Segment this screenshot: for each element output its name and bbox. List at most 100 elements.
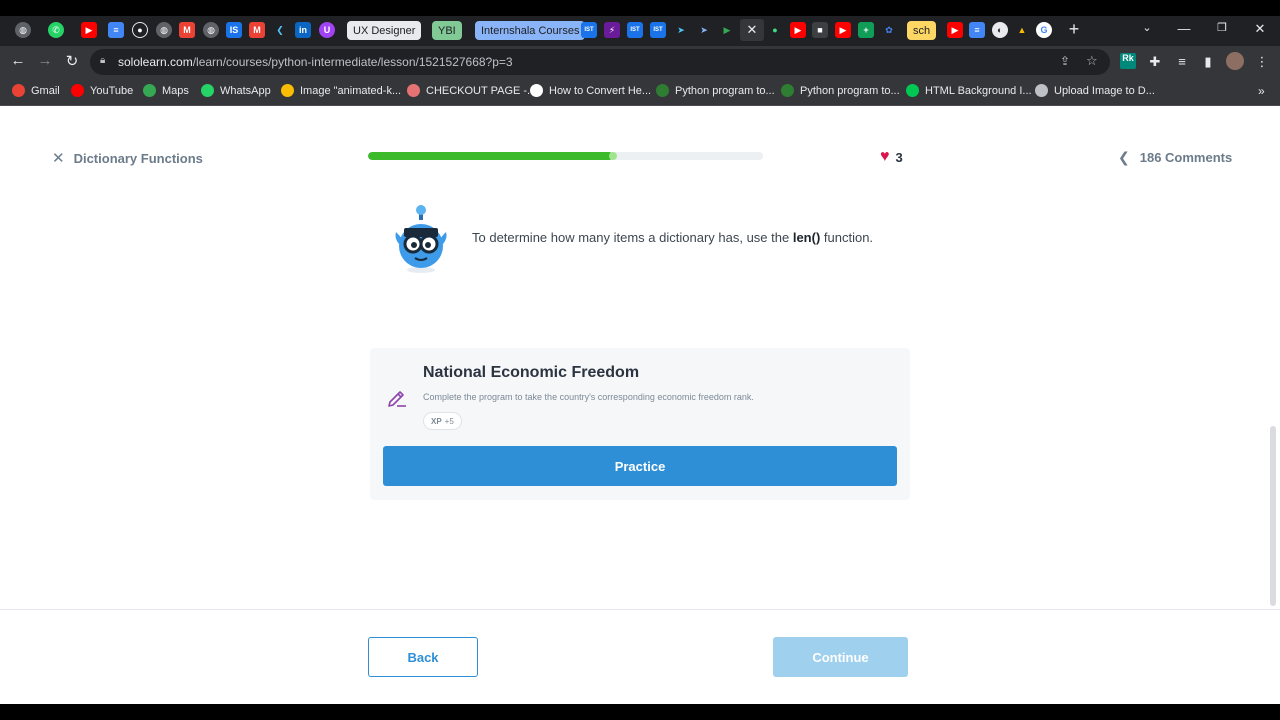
whatsapp-icon[interactable]: ✆ [48, 22, 64, 38]
lesson-progress-marker [608, 152, 617, 160]
sheets-icon[interactable]: + [858, 22, 874, 38]
pencil-icon [388, 391, 406, 407]
bookmark-gmail[interactable]: Gmail [12, 84, 60, 97]
profile-avatar[interactable] [1226, 52, 1244, 70]
bookmarks-bar: Gmail YouTube Maps WhatsApp Image "anima… [0, 78, 1280, 106]
bookmark-label: Gmail [31, 84, 60, 97]
flower-icon[interactable]: ✿ [881, 22, 897, 38]
lesson-text-part: To determine how many items a dictionary… [472, 230, 793, 245]
menu-kebab-icon[interactable]: ⋮ [1254, 54, 1270, 70]
github-icon[interactable]: ● [132, 22, 148, 38]
forward-arrow-icon[interactable]: → [35, 52, 55, 69]
play-store-icon[interactable]: ▶ [719, 22, 735, 38]
lips-icon [407, 84, 420, 97]
gfg-icon [656, 84, 669, 97]
heart-icon: ♥ [880, 148, 890, 165]
globe-icon[interactable]: ◍ [15, 22, 31, 38]
page-icon[interactable]: ■ [812, 22, 828, 38]
alpha-icon [530, 84, 543, 97]
youtube-icon[interactable]: ▶ [835, 22, 851, 38]
bracket-icon[interactable]: ❮ [272, 22, 288, 38]
docs-icon[interactable]: ≡ [108, 22, 124, 38]
bolt-icon[interactable]: ⚡ [604, 22, 620, 38]
new-tab-plus-icon[interactable]: + [1064, 19, 1084, 40]
google-icon[interactable]: G [1036, 22, 1052, 38]
xp-value: +5 [444, 416, 454, 426]
ist-icon[interactable]: IST [627, 22, 643, 38]
bookmarks-overflow-icon[interactable]: » [1258, 84, 1265, 98]
restore-icon[interactable]: ❐ [1212, 21, 1232, 34]
screen: ◍ ✆ ▶ ≡ ● ◍ M ◍ IS M ❮ in U UX Designer … [0, 0, 1280, 720]
is-icon[interactable]: IS [226, 22, 242, 38]
bookmark-python-1[interactable]: Python program to... [656, 84, 775, 97]
tab-search-chevron-icon[interactable]: ⌄ [1137, 21, 1157, 34]
bookmark-checkout[interactable]: CHECKOUT PAGE -... [407, 84, 536, 97]
android-icon[interactable]: ● [767, 22, 783, 38]
u-icon[interactable]: U [319, 22, 335, 38]
ist-icon[interactable]: IST [581, 22, 597, 38]
extension-rk-icon[interactable]: Rk [1120, 53, 1136, 69]
send-icon[interactable]: ➤ [673, 22, 689, 38]
close-lesson-button[interactable]: ✕ Dictionary Functions [52, 149, 203, 167]
star-icon[interactable]: ☆ [1086, 53, 1098, 69]
back-button[interactable]: Back [368, 637, 478, 677]
youtube-icon[interactable]: ▶ [81, 22, 97, 38]
globe-icon[interactable]: ◍ [203, 22, 219, 38]
tab-group-internshala[interactable]: Internshala Courses [475, 21, 586, 40]
bookmark-label: Python program to... [800, 84, 900, 97]
drive-icon[interactable]: ▲ [1014, 22, 1030, 38]
bookmark-how-to-convert[interactable]: How to Convert He... [530, 84, 651, 97]
url-host: sololearn.com [118, 55, 193, 69]
tab-group-sch[interactable]: sch [907, 21, 937, 40]
media-queue-icon[interactable]: ≡ [1174, 54, 1190, 70]
chrome-web-icon[interactable]: ◐ [992, 22, 1008, 38]
youtube-icon[interactable]: ▶ [790, 22, 806, 38]
back-arrow-icon[interactable]: ← [8, 52, 28, 69]
linkedin-icon[interactable]: in [295, 22, 311, 38]
page-scrollbar[interactable] [1270, 426, 1276, 606]
youtube-icon[interactable]: ▶ [947, 22, 963, 38]
continue-button[interactable]: Continue [773, 637, 908, 677]
comments-link[interactable]: ❮ 186 Comments [1118, 149, 1232, 166]
robot-mascot-icon [395, 205, 447, 273]
close-icon: ✕ [52, 150, 65, 167]
lock-icon[interactable]: 🔒︎ [100, 55, 105, 66]
footer-divider [0, 609, 1280, 610]
send-icon[interactable]: ➤ [696, 22, 712, 38]
minimize-icon[interactable]: — [1174, 21, 1194, 36]
side-panel-icon[interactable]: ▮ [1200, 54, 1216, 70]
bookmark-label: HTML Background I... [925, 84, 1032, 97]
bookmark-image[interactable]: Image "animated-k... [281, 84, 401, 97]
globe-icon[interactable]: ◍ [156, 22, 172, 38]
gmail-icon[interactable]: M [179, 22, 195, 38]
practice-button[interactable]: Practice [383, 446, 897, 486]
gmail-icon [12, 84, 25, 97]
docs-icon[interactable]: ≡ [969, 22, 985, 38]
gfg-icon [781, 84, 794, 97]
reload-icon[interactable]: ↻ [62, 52, 82, 70]
active-tab-close-icon[interactable]: ✕ [740, 19, 764, 41]
share-icon[interactable]: ⇪ [1060, 54, 1070, 68]
bookmark-html-background[interactable]: HTML Background I... [906, 84, 1032, 97]
address-bar[interactable]: 🔒︎ sololearn.com/learn/courses/python-in… [90, 49, 1110, 75]
practice-description: Complete the program to take the country… [423, 392, 754, 402]
puzzle-icon[interactable]: ✚ [1147, 54, 1163, 70]
window-close-icon[interactable]: ✕ [1250, 21, 1270, 37]
hearts-counter[interactable]: ♥ 3 [880, 148, 903, 166]
bookmark-youtube[interactable]: YouTube [71, 84, 133, 97]
lesson-text-part: function. [820, 230, 874, 245]
tab-group-ybi[interactable]: YBI [432, 21, 462, 40]
bookmark-python-2[interactable]: Python program to... [781, 84, 900, 97]
bookmark-label: Image "animated-k... [300, 84, 402, 97]
bookmark-whatsapp[interactable]: WhatsApp [201, 84, 271, 97]
bookmark-label: How to Convert He... [549, 84, 652, 97]
tab-group-ux-designer[interactable]: UX Designer [347, 21, 422, 40]
bookmark-upload-image[interactable]: Upload Image to D... [1035, 84, 1155, 97]
lesson-progress-bar [368, 152, 763, 160]
lesson-content-text: To determine how many items a dictionary… [472, 230, 873, 245]
lesson-code-inline: len() [792, 230, 821, 245]
ist-icon[interactable]: IST [650, 22, 666, 38]
maps-icon [143, 84, 156, 97]
gmail-icon[interactable]: M [249, 22, 265, 38]
bookmark-maps[interactable]: Maps [143, 84, 189, 97]
